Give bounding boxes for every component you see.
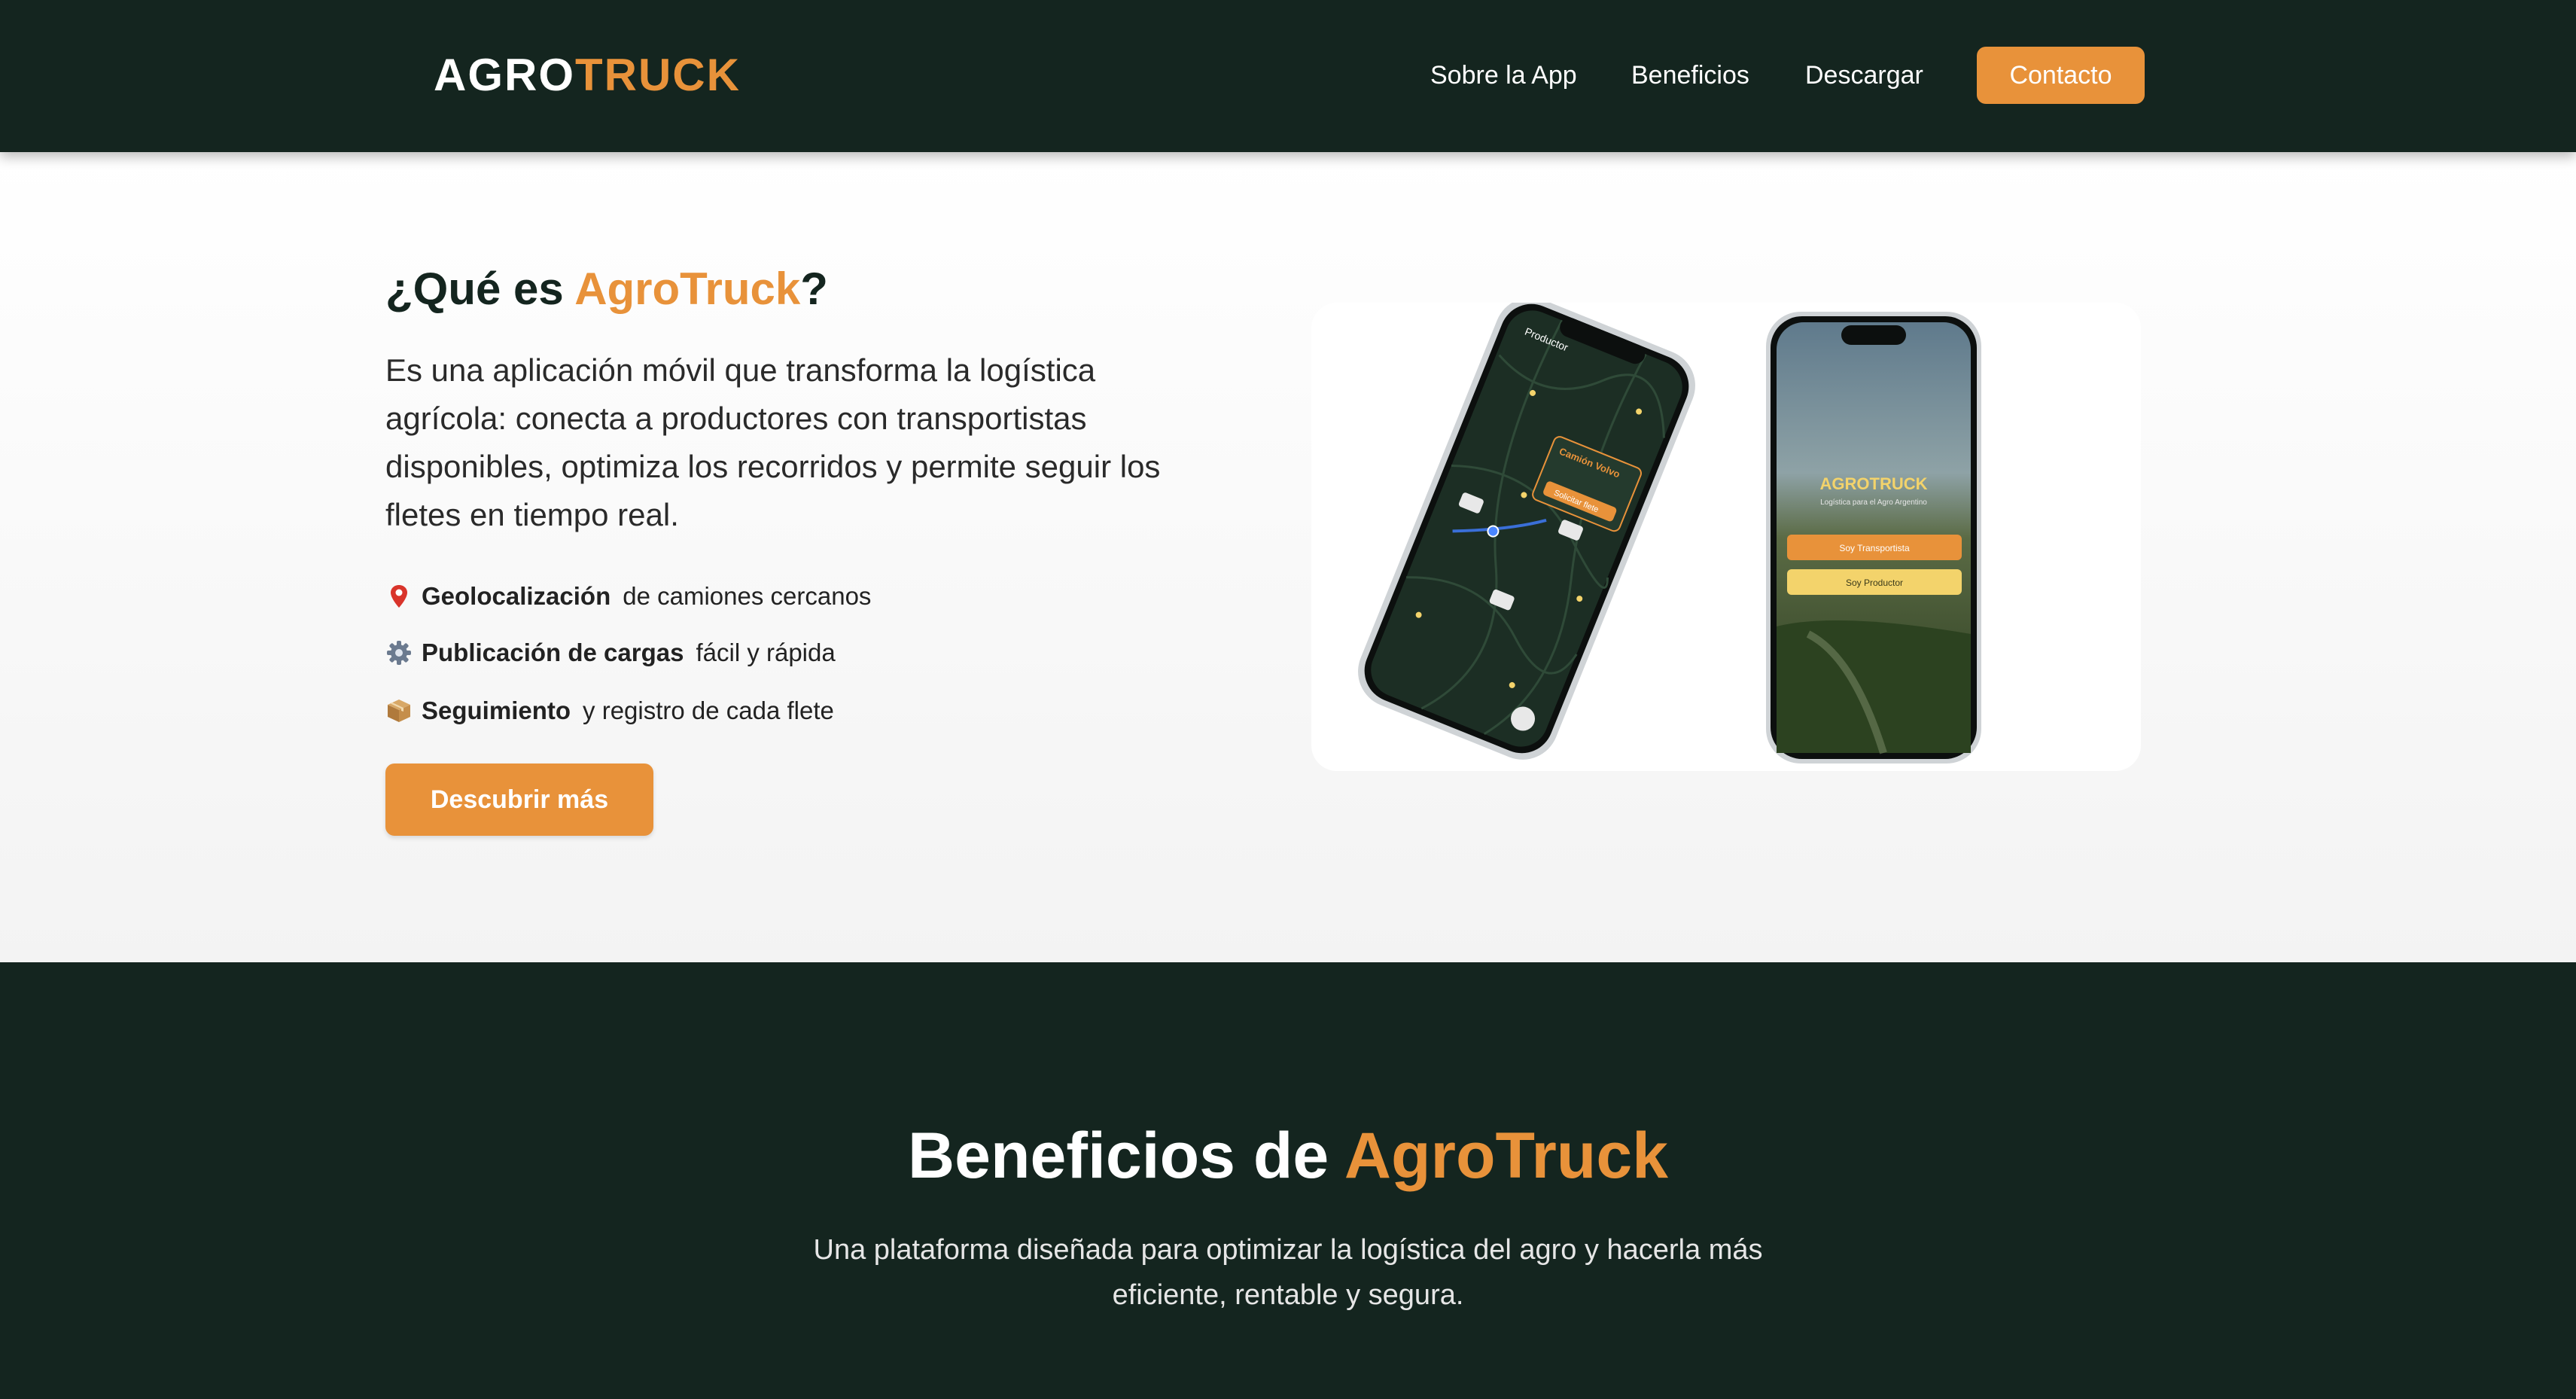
role-button-transportista-label: Soy Transportista <box>1839 543 1910 553</box>
feature-bold: Publicación de cargas <box>422 639 684 666</box>
about-title-prefix: ¿Qué es <box>385 264 575 314</box>
about-description: Es una aplicación móvil que transforma l… <box>385 352 1161 532</box>
app-mockup-card: Productor Camión Volvo Solicitar flete A… <box>1311 297 2141 771</box>
feature-bold: Geolocalización <box>422 582 611 610</box>
logo-text-agro: AGRO <box>434 50 575 100</box>
role-button-productor-label: Soy Productor <box>1846 578 1903 588</box>
feature-text: fácil y rápida <box>696 639 836 666</box>
app-tagline: Logística para el Agro Argentino <box>1820 498 1927 507</box>
gear-icon <box>385 639 413 666</box>
benefits-title: Beneficios de AgroTruck <box>0 1114 2576 1197</box>
about-section: ¿Qué es AgroTruck? Es una aplicación móv… <box>0 152 2576 962</box>
nav-link-sobre-la-app[interactable]: Sobre la App <box>1430 59 1577 92</box>
package-icon <box>385 697 413 724</box>
nav-link-descargar[interactable]: Descargar <box>1805 59 1923 92</box>
nav-link-beneficios[interactable]: Beneficios <box>1631 59 1749 92</box>
feature-item-publicacion: Publicación de cargas fácil y rápida <box>385 635 836 671</box>
site-header: AGROTRUCK Sobre la App Beneficios Descar… <box>0 0 2576 152</box>
map-phone: Productor Camión Volvo Solicitar flete <box>1358 297 1695 760</box>
benefits-title-brand: AgroTruck <box>1344 1120 1668 1192</box>
about-title-suffix: ? <box>800 264 828 314</box>
benefits-subtitle: Una plataforma diseñada para optimizar l… <box>813 1234 1763 1311</box>
about-title-brand: AgroTruck <box>574 264 801 314</box>
login-phone: AGROTRUCK Logística para el Agro Argenti… <box>1766 312 1981 764</box>
feature-item-geolocalizacion: Geolocalización de camiones cercanos <box>385 578 871 614</box>
brand-logo[interactable]: AGROTRUCK <box>434 45 741 105</box>
logo-text-truck: TRUCK <box>575 50 741 100</box>
benefits-title-prefix: Beneficios de <box>908 1120 1344 1192</box>
map-pin-icon <box>385 583 413 610</box>
feature-text: de camiones cercanos <box>623 582 872 610</box>
feature-text: y registro de cada flete <box>583 696 834 724</box>
benefits-section: Beneficios de AgroTruck Una plataforma d… <box>0 962 2576 1399</box>
contact-button[interactable]: Contacto <box>1977 47 2145 104</box>
phone-mockups-illustration: Productor Camión Volvo Solicitar flete A… <box>1358 297 1981 764</box>
feature-item-seguimiento: Seguimiento y registro de cada flete <box>385 693 834 729</box>
app-logo-text: AGROTRUCK <box>1820 474 1928 493</box>
feature-bold: Seguimiento <box>422 696 571 724</box>
discover-more-button[interactable]: Descubrir más <box>385 764 653 836</box>
about-title: ¿Qué es AgroTruck? <box>385 259 828 319</box>
